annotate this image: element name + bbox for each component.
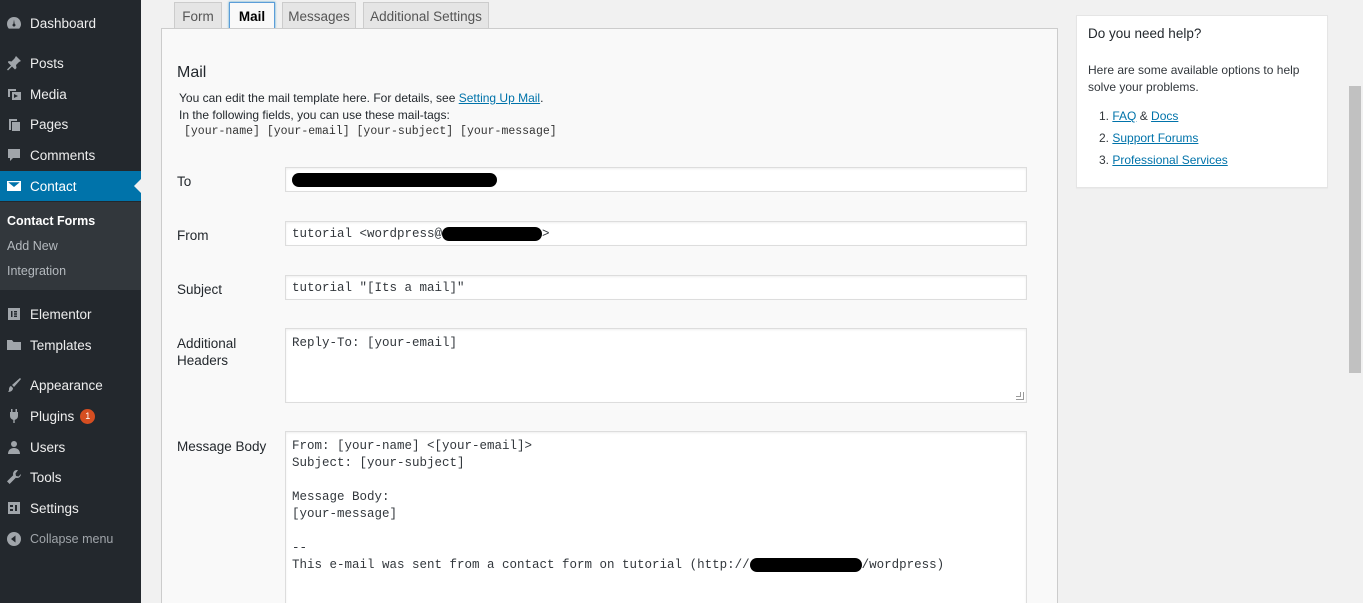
user-icon bbox=[5, 439, 22, 456]
menu-label: Plugins bbox=[30, 408, 75, 424]
help-text: Here are some available options to help … bbox=[1088, 63, 1300, 94]
to-label: To bbox=[177, 174, 192, 189]
help-item: 2. Support Forums bbox=[1099, 131, 1199, 145]
contact-submenu: Contact Forms Add New Integration bbox=[0, 202, 141, 290]
menu-label: Media bbox=[30, 86, 67, 102]
menu-label: Appearance bbox=[30, 377, 103, 393]
menu-dashboard[interactable]: Dashboard bbox=[0, 8, 141, 38]
redacted-host bbox=[749, 557, 862, 572]
menu-tools[interactable]: Tools bbox=[0, 462, 141, 492]
body-line: Subject: [your-subject] bbox=[292, 456, 465, 470]
brush-icon bbox=[5, 377, 22, 394]
help-list: 1. FAQ & Docs 2. Support Forums 3. Profe… bbox=[1099, 108, 1228, 174]
menu-media[interactable]: Media bbox=[0, 79, 141, 109]
menu-templates[interactable]: Templates bbox=[0, 330, 141, 360]
resize-handle[interactable] bbox=[1016, 392, 1024, 400]
menu-settings[interactable]: Settings bbox=[0, 493, 141, 523]
collapse-label: Collapse menu bbox=[30, 532, 114, 546]
menu-posts[interactable]: Posts bbox=[0, 48, 141, 78]
tab-mail[interactable]: Mail bbox=[229, 2, 275, 30]
menu-label: Templates bbox=[30, 337, 92, 353]
help-box: Do you need help? Here are some availabl… bbox=[1076, 15, 1328, 188]
menu-appearance[interactable]: Appearance bbox=[0, 370, 141, 400]
subject-field[interactable]: tutorial "[Its a mail]" bbox=[285, 275, 1027, 300]
professional-services-link[interactable]: Professional Services bbox=[1112, 153, 1227, 167]
tab-messages[interactable]: Messages bbox=[282, 2, 356, 29]
collapse-menu-button[interactable]: Collapse menu bbox=[0, 524, 141, 554]
setting-up-mail-link[interactable]: Setting Up Mail bbox=[459, 91, 540, 105]
panel-heading: Mail bbox=[177, 64, 207, 81]
redacted-email bbox=[292, 172, 497, 187]
pin-icon bbox=[5, 55, 22, 72]
settings-icon bbox=[5, 500, 22, 517]
menu-label: Posts bbox=[30, 55, 64, 71]
admin-sidebar: Dashboard Posts Media Pages Comments Con… bbox=[0, 0, 141, 603]
from-label: From bbox=[177, 228, 209, 243]
elementor-icon bbox=[5, 306, 22, 323]
menu-label: Elementor bbox=[30, 306, 92, 322]
help-title: Do you need help? bbox=[1088, 26, 1202, 41]
body-line-last: This e-mail was sent from a contact form… bbox=[292, 557, 945, 572]
pages-icon bbox=[5, 116, 22, 133]
wrench-icon bbox=[5, 469, 22, 486]
mail-description: You can edit the mail template here. For… bbox=[179, 91, 544, 105]
redacted-domain bbox=[442, 226, 543, 241]
menu-label: Contact bbox=[30, 178, 77, 194]
from-field[interactable]: tutorial <wordpress@ > bbox=[285, 221, 1027, 246]
plugin-icon bbox=[5, 408, 22, 425]
body-line: -- bbox=[292, 541, 308, 555]
dashboard-icon bbox=[5, 15, 22, 32]
menu-label: Settings bbox=[30, 500, 79, 516]
menu-comments[interactable]: Comments bbox=[0, 140, 141, 170]
folder-icon bbox=[5, 337, 22, 354]
menu-plugins[interactable]: Plugins 1 bbox=[0, 401, 141, 431]
body-line: From: [your-name] <[your-email]> bbox=[292, 439, 533, 453]
plugin-update-badge: 1 bbox=[80, 408, 96, 424]
submenu-integration[interactable]: Integration bbox=[7, 264, 66, 278]
submenu-contact-forms[interactable]: Contact Forms bbox=[7, 214, 95, 228]
headers-textarea[interactable]: Reply-To: [your-email] bbox=[285, 328, 1027, 403]
to-field[interactable] bbox=[285, 167, 1027, 192]
mail-panel: Mail You can edit the mail template here… bbox=[161, 28, 1058, 603]
menu-label: Dashboard bbox=[30, 15, 97, 31]
comment-icon bbox=[5, 147, 22, 164]
menu-label: Users bbox=[30, 439, 66, 455]
mail-tags-list: [your-name] [your-email] [your-subject] … bbox=[184, 125, 557, 138]
menu-label: Pages bbox=[30, 116, 69, 132]
headers-label: Additional Headers bbox=[177, 336, 237, 368]
tab-form[interactable]: Form bbox=[174, 2, 222, 29]
scroll-thumb[interactable] bbox=[1349, 86, 1361, 373]
docs-link[interactable]: Docs bbox=[1151, 109, 1178, 123]
body-label: Message Body bbox=[177, 439, 267, 454]
support-forums-link[interactable]: Support Forums bbox=[1112, 131, 1198, 145]
collapse-arrow-icon bbox=[5, 531, 22, 548]
page-scrollbar[interactable] bbox=[1347, 0, 1363, 603]
menu-label: Tools bbox=[30, 469, 62, 485]
menu-pages[interactable]: Pages bbox=[0, 109, 141, 139]
menu-elementor[interactable]: Elementor bbox=[0, 299, 141, 329]
submenu-add-new[interactable]: Add New bbox=[7, 239, 58, 253]
faq-link[interactable]: FAQ bbox=[1112, 109, 1136, 123]
help-item: 3. Professional Services bbox=[1099, 153, 1228, 167]
menu-contact[interactable]: Contact bbox=[0, 171, 141, 201]
mail-tags-intro: In the following fields, you can use the… bbox=[179, 108, 450, 122]
menu-users[interactable]: Users bbox=[0, 432, 141, 462]
subject-label: Subject bbox=[177, 282, 223, 297]
body-line: [your-message] bbox=[292, 507, 398, 521]
media-icon bbox=[5, 86, 22, 103]
body-line: Message Body: bbox=[292, 490, 390, 504]
menu-label: Comments bbox=[30, 147, 96, 163]
help-item: 1. FAQ & Docs bbox=[1099, 109, 1179, 123]
tab-additional-settings[interactable]: Additional Settings bbox=[363, 2, 489, 29]
message-body-textarea[interactable]: From: [your-name] <[your-email]> Subject… bbox=[285, 431, 1027, 603]
mail-icon bbox=[5, 178, 22, 195]
